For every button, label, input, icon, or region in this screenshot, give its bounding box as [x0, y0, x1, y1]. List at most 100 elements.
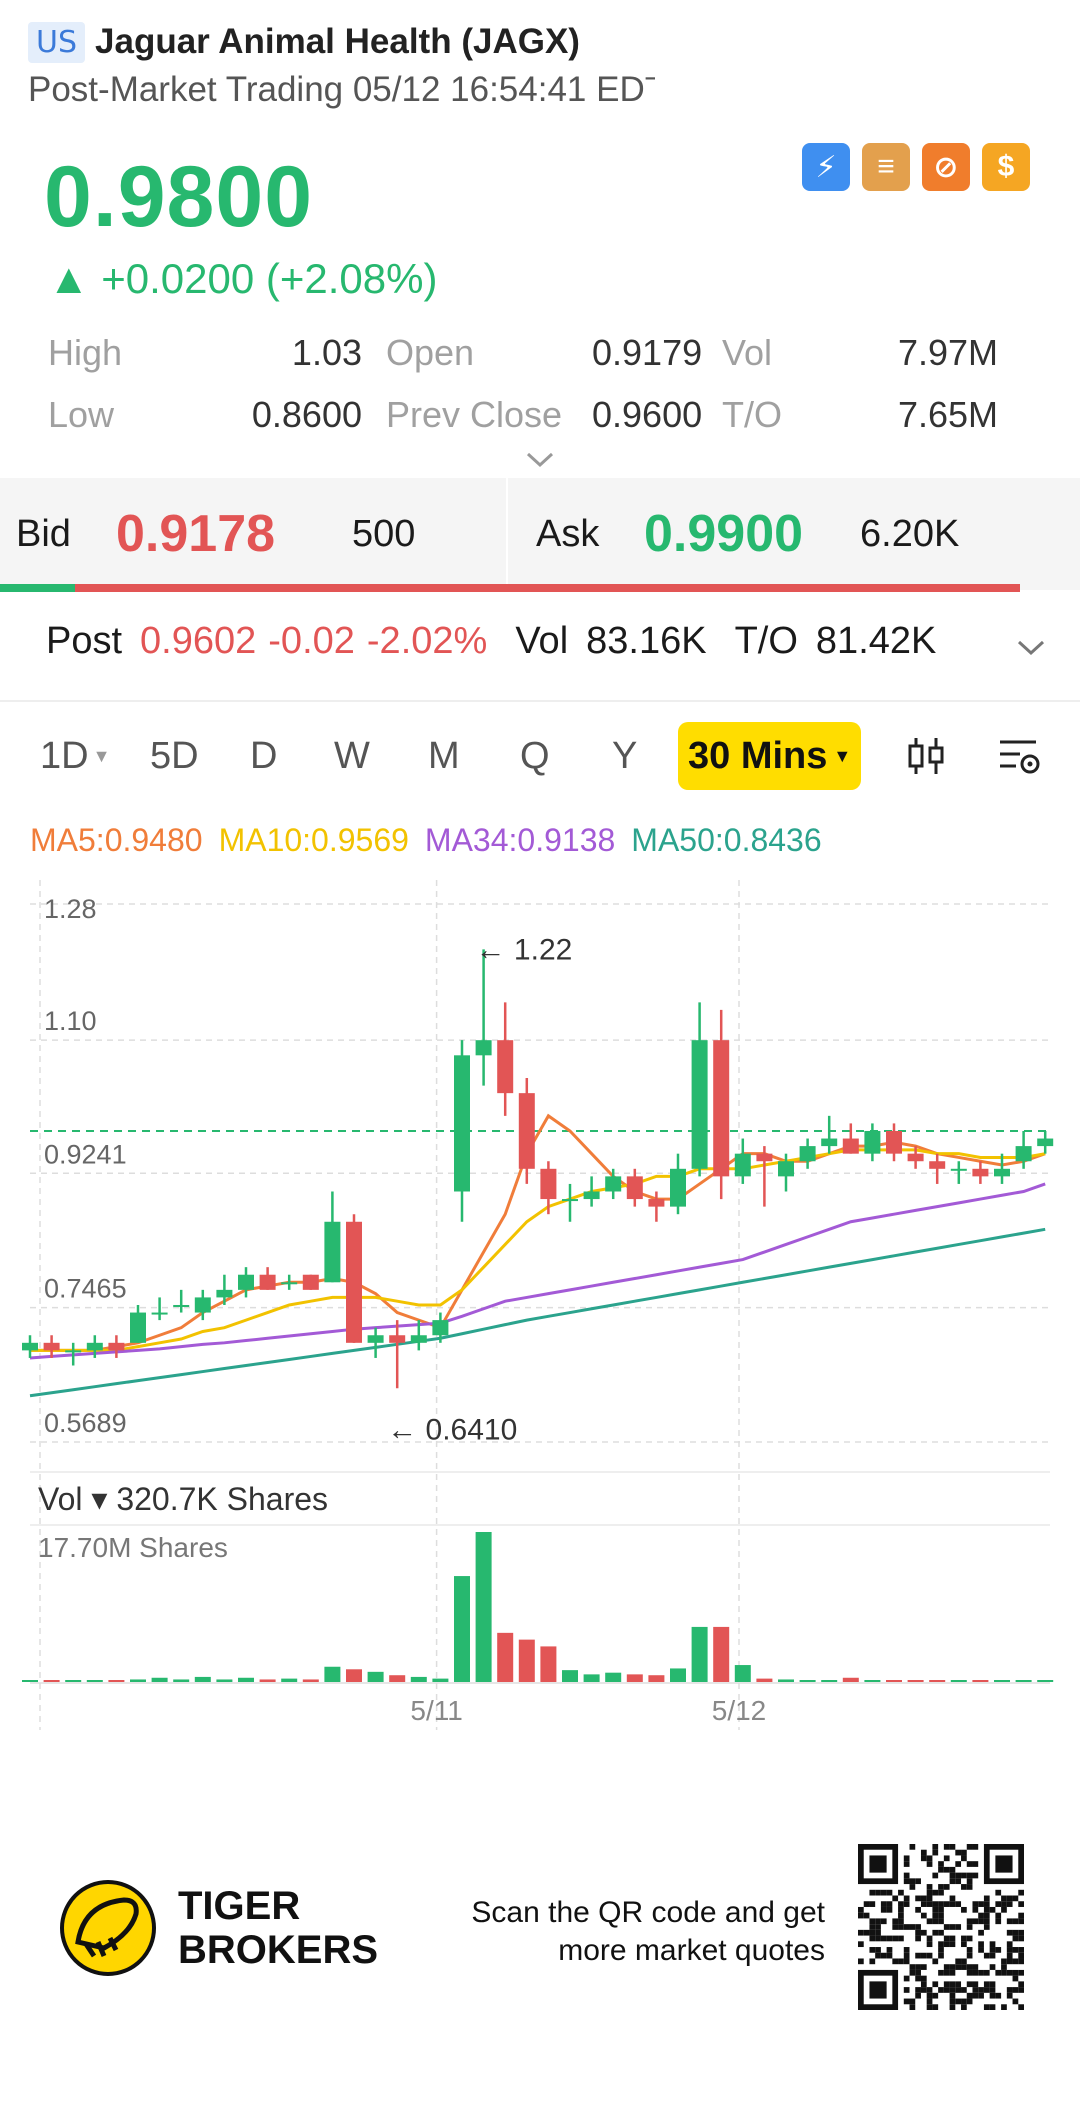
post-vol-label: Vol [515, 620, 569, 662]
tiger-logo-icon [60, 1880, 156, 1976]
feature-badges: ⚡ ≡ ⊘ $ [802, 143, 1030, 191]
ma5-label: MA5:0.9480 [30, 822, 203, 858]
expand-stats-chevron-icon[interactable] [524, 446, 556, 477]
volume-bar [65, 1680, 82, 1682]
candle-body [734, 1153, 751, 1177]
chart-settings-icon[interactable] [996, 722, 1044, 790]
volume-bar [605, 1672, 622, 1682]
volume-bar [842, 1677, 859, 1682]
tab-q[interactable]: Q [520, 722, 550, 790]
volume-bar [475, 1532, 492, 1682]
low-label: Low [48, 394, 115, 435]
qr-code-icon [858, 1844, 1024, 2010]
volume-bar [454, 1576, 470, 1682]
ma-line-ma10 [30, 1148, 1046, 1352]
candle-body [43, 1342, 60, 1351]
volume-bar [22, 1680, 38, 1682]
candle-body [454, 1055, 470, 1192]
candle-body [907, 1153, 924, 1162]
market-badge: US [28, 21, 86, 63]
volume-bar [281, 1678, 298, 1682]
volume-bar [626, 1674, 643, 1682]
post-market-row: Post 0.9602 -0.02 -2.02% Vol 83.16K T/O … [46, 620, 936, 663]
x-tick-label: 5/11 [410, 1695, 462, 1726]
prev-close-label: Prev Close [386, 394, 563, 435]
tab-w[interactable]: W [334, 722, 370, 790]
candle-body [562, 1199, 578, 1202]
volume-bar [756, 1678, 773, 1682]
quote-header: US Jaguar Animal Health (JAGX) Post-Mark… [28, 18, 1060, 110]
volume-bar [994, 1680, 1010, 1682]
tab-5d[interactable]: 5D [150, 722, 199, 790]
candle-body [216, 1289, 233, 1298]
tab-d[interactable]: D [250, 722, 277, 790]
post-expand-chevron-icon[interactable] [1016, 632, 1046, 666]
turnover-value: 7.65M [897, 394, 998, 435]
candle-body [583, 1191, 600, 1200]
volume-bar [518, 1639, 535, 1682]
bid-ask-divider [506, 478, 508, 590]
post-to: 81.42K [815, 620, 937, 662]
y-tick-label: 1.28 [44, 894, 97, 924]
period-tabs: 1D ▼ 5D D W M Q Y 30 Mins ▼ [0, 722, 1080, 790]
candle-body [994, 1168, 1010, 1177]
post-change-pct: -2.02% [366, 620, 488, 662]
volume-bar [540, 1646, 557, 1682]
high-label: High [48, 332, 123, 373]
volume-bar [799, 1680, 816, 1682]
ask-share-bar [75, 584, 1020, 592]
lightning-1-icon[interactable]: ⚡ [802, 143, 850, 191]
y-tick-label: 0.9241 [44, 1139, 127, 1169]
volume-bar [346, 1669, 362, 1682]
bid-label: Bid [16, 512, 71, 555]
price-chart[interactable]: 1.28 1.10 0.9241 0.7465 0.5689 ← 1.22 ← 0.6410… [0, 870, 1080, 1730]
volume-bar [497, 1632, 514, 1682]
volume-bar [108, 1680, 125, 1682]
candle-body [842, 1138, 859, 1154]
tab-y[interactable]: Y [612, 722, 637, 790]
bid-size: 500 [352, 512, 416, 555]
candle-body [648, 1199, 665, 1207]
layers-a-icon[interactable]: ≡ [862, 143, 910, 191]
candle-body [778, 1161, 794, 1177]
candlestick-type-icon[interactable] [904, 722, 948, 790]
open-value: 0.9179 [592, 332, 703, 373]
candle-body [756, 1153, 773, 1162]
candle-body [389, 1335, 406, 1343]
candle-body [302, 1274, 319, 1290]
high-value: 1.03 [291, 332, 362, 373]
candle-body [410, 1335, 427, 1343]
candle-body [22, 1342, 38, 1351]
candle-body [108, 1342, 125, 1351]
candle-body [432, 1320, 449, 1336]
ma10-label: MA10:0.9569 [218, 822, 409, 858]
volume-bar [562, 1670, 578, 1682]
candle-body [194, 1297, 211, 1313]
candle-body [1015, 1146, 1032, 1162]
candle-body [670, 1168, 686, 1207]
dollar-icon[interactable]: $ [982, 143, 1030, 191]
volume-bar [734, 1665, 751, 1682]
high-annotation: ← 1.22 [476, 933, 573, 966]
open-label: Open [386, 332, 475, 373]
candle-body [65, 1350, 82, 1353]
tab-m[interactable]: M [428, 722, 460, 790]
candle-body [518, 1093, 535, 1169]
volume-bar [410, 1676, 427, 1682]
tab-30-mins[interactable]: 30 Mins ▼ [678, 722, 862, 790]
candle-body [691, 1040, 708, 1169]
volume-bar [886, 1680, 902, 1682]
volume-bar [216, 1679, 233, 1682]
tab-1d[interactable]: 1D ▼ [40, 722, 110, 790]
candle-body [259, 1274, 276, 1290]
volume-bar [972, 1680, 989, 1682]
candle-body [346, 1221, 362, 1343]
candle-body [475, 1040, 492, 1056]
no-shorting-icon[interactable]: ⊘ [922, 143, 970, 191]
candle-body [324, 1221, 341, 1283]
candle-body [972, 1168, 989, 1177]
candle-body [130, 1312, 146, 1343]
scan-qr-text: Scan the QR code and get more market quo… [471, 1896, 825, 1967]
trading-status: Post-Market Trading 05/12 16:54:41 EDˉ [28, 70, 657, 109]
volume-label[interactable]: Vol ▾ 320.7K Shares [38, 1480, 328, 1518]
